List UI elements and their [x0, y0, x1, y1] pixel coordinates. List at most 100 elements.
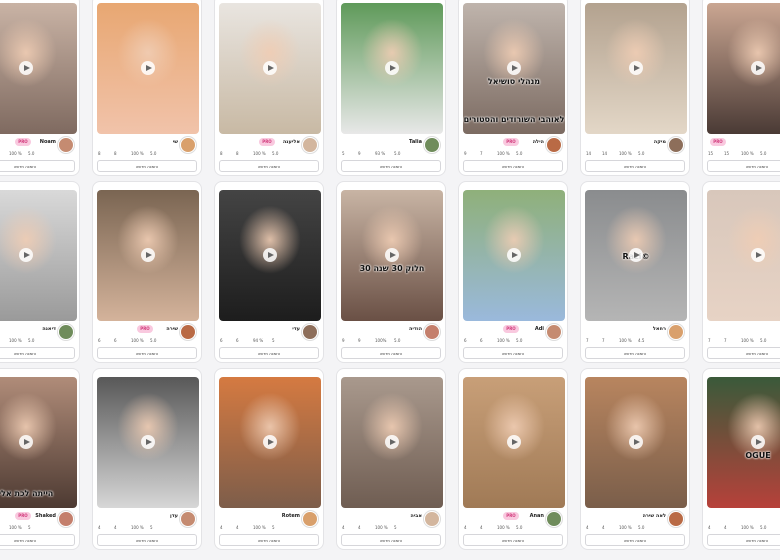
- play-icon[interactable]: [19, 61, 33, 75]
- response-rate: 100 %: [131, 338, 144, 343]
- play-icon[interactable]: [629, 61, 643, 75]
- creator-photo[interactable]: [707, 190, 780, 321]
- new-order-button[interactable]: הזמנה חדשה: [219, 347, 319, 359]
- creator-card[interactable]: Razi© רחאל 7 7 100 % 4.5 הזמנה חדשה: [580, 181, 690, 363]
- creator-photo[interactable]: [97, 190, 199, 321]
- new-order-button[interactable]: הזמנה חדשה: [219, 160, 319, 172]
- creator-card[interactable]: Anan PRO 4 4 100 % 5.0 הזמנה חדשה: [458, 368, 568, 550]
- creator-card[interactable]: NoamPRO78100 %5.0הזמנה חדשה: [0, 0, 80, 176]
- creator-photo[interactable]: [585, 3, 687, 134]
- new-order-button[interactable]: הזמנה חדשה: [341, 160, 441, 172]
- creator-photo[interactable]: [97, 3, 199, 134]
- creator-name: עדן: [170, 513, 178, 519]
- orders-count: 15: [724, 151, 730, 156]
- response-rate: 100 %: [741, 525, 754, 530]
- new-order-button[interactable]: הזמנה חדשה: [585, 347, 685, 359]
- creator-photo[interactable]: [219, 377, 321, 508]
- creator-card[interactable]: 30 חלוק 30 שנה הודיה 9 9 100% 5.0 הזמנה חדשה: [336, 181, 446, 363]
- creator-card[interactable]: שירה PRO 6 6 100 % 5.0 הזמנה חדשה: [92, 181, 202, 363]
- creator-name: אליענה: [282, 139, 300, 145]
- new-order-button[interactable]: הזמנה חדשה: [219, 534, 319, 546]
- new-order-button[interactable]: הזמנה חדשה: [97, 534, 197, 546]
- creator-photo[interactable]: הייתה לכת אלי: [0, 377, 77, 508]
- new-order-button[interactable]: הזמנה חדשה: [341, 534, 441, 546]
- response-rate: 100%: [375, 338, 387, 343]
- creator-photo[interactable]: [585, 377, 687, 508]
- play-icon[interactable]: [263, 248, 277, 262]
- new-order-button[interactable]: הזמנה חדשה: [0, 534, 75, 546]
- creator-card[interactable]: Rotem 4 4 100 % 5 הזמנה חדשה: [214, 368, 324, 550]
- play-icon[interactable]: [507, 248, 521, 262]
- creator-card[interactable]: שי 8 8 100 % 5.0 הזמנה חדשה: [92, 0, 202, 176]
- creator-photo[interactable]: [219, 190, 321, 321]
- play-icon[interactable]: [385, 61, 399, 75]
- creator-photo[interactable]: [463, 190, 565, 321]
- play-icon[interactable]: [263, 61, 277, 75]
- response-rate: 100 %: [619, 151, 632, 156]
- new-order-button[interactable]: הזמנה חדשה: [341, 347, 441, 359]
- rating-value: 5.0: [394, 151, 401, 156]
- play-icon[interactable]: [263, 435, 277, 449]
- play-icon[interactable]: [19, 435, 33, 449]
- creator-card[interactable]: אביה 4 4 100 % 5 הזמנה חדשה: [336, 368, 446, 550]
- play-icon[interactable]: [385, 435, 399, 449]
- creator-card[interactable]: דיאנה44100 %5.0הזמנה חדשה: [0, 181, 80, 363]
- play-icon[interactable]: [141, 248, 155, 262]
- play-icon[interactable]: [19, 248, 33, 262]
- new-order-button[interactable]: הזמנה חדשה: [707, 534, 780, 546]
- creator-card[interactable]: עדן 4 4 100 % 5 הזמנה חדשה: [92, 368, 202, 550]
- play-icon[interactable]: [751, 61, 765, 75]
- new-order-button[interactable]: הזמנה חדשה: [0, 160, 75, 172]
- response-rate: 100 %: [9, 151, 22, 156]
- creator-card[interactable]: לאה שירה 4 4 100 % 5.0 הזמנה חדשה: [580, 368, 690, 550]
- new-order-button[interactable]: הזמנה חדשה: [463, 347, 563, 359]
- creator-card[interactable]: 7 7 100 % 5.0 הזמנה חדשה: [702, 181, 780, 363]
- new-order-button[interactable]: הזמנה חדשה: [707, 347, 780, 359]
- creator-photo[interactable]: [707, 3, 780, 134]
- new-order-button[interactable]: הזמנה חדשה: [463, 160, 563, 172]
- creator-card[interactable]: עדי 6 6 94 % 5 הזמנה חדשה: [214, 181, 324, 363]
- creator-photo[interactable]: [463, 377, 565, 508]
- play-icon[interactable]: [141, 61, 155, 75]
- creator-photo[interactable]: [341, 3, 443, 134]
- creator-card[interactable]: Talia 5 9 93 % 5.0 הזמנה חדשה: [336, 0, 446, 176]
- play-icon[interactable]: [141, 435, 155, 449]
- play-icon[interactable]: [629, 435, 643, 449]
- creator-photo[interactable]: [341, 377, 443, 508]
- new-order-button[interactable]: הזמנה חדשה: [97, 160, 197, 172]
- creator-name: אביה: [410, 513, 422, 519]
- creator-photo[interactable]: [0, 190, 77, 321]
- creator-photo[interactable]: 30 חלוק 30 שנה: [341, 190, 443, 321]
- play-icon[interactable]: [507, 61, 521, 75]
- pro-badge: PRO: [15, 138, 31, 146]
- creator-photo[interactable]: מנהלי סושיאל לאוהבי השורודים והסטורים: [463, 3, 565, 134]
- play-icon[interactable]: [751, 435, 765, 449]
- creator-stats: 7 7 100 % 5.0: [708, 338, 780, 345]
- new-order-button[interactable]: הזמנה חדשה: [97, 347, 197, 359]
- new-order-button[interactable]: הזמנה חדשה: [585, 534, 685, 546]
- creator-card[interactable]: מנהלי סושיאל לאוהבי השורודים והסטורים הילה…: [458, 0, 568, 176]
- creator-photo[interactable]: [0, 3, 77, 134]
- creator-photo[interactable]: OGUE: [707, 377, 780, 508]
- play-icon[interactable]: [751, 248, 765, 262]
- play-icon[interactable]: [629, 248, 643, 262]
- creator-photo[interactable]: Razi©: [585, 190, 687, 321]
- play-icon[interactable]: [507, 435, 521, 449]
- new-order-button[interactable]: הזמנה חדשה: [463, 534, 563, 546]
- new-order-button[interactable]: הזמנה חדשה: [707, 160, 780, 172]
- creator-card[interactable]: Adi PRO 6 6 100 % 5.0 הזמנה חדשה: [458, 181, 568, 363]
- creator-card[interactable]: אליענה PRO 8 8 100 % 5.0 הזמנה חדשה: [214, 0, 324, 176]
- creator-card[interactable]: מיקה 14 14 100 % 5.0 הזמנה חדשה: [580, 0, 690, 176]
- new-order-button[interactable]: הזמנה חדשה: [0, 347, 75, 359]
- creator-photo[interactable]: [97, 377, 199, 508]
- play-icon[interactable]: [385, 248, 399, 262]
- new-order-button[interactable]: הזמנה חדשה: [585, 160, 685, 172]
- rating-value: 5: [272, 338, 275, 343]
- creator-photo[interactable]: [219, 3, 321, 134]
- creator-card[interactable]: הייתה לכת אליShakedPRO33100 %5הזמנה חדשה: [0, 368, 80, 550]
- pro-badge: PRO: [503, 138, 519, 146]
- response-rate: 100 %: [741, 338, 754, 343]
- creator-name: הילה: [532, 139, 544, 145]
- creator-card[interactable]: OGUE 4 4 100 % 5.0 הזמנה חדשה: [702, 368, 780, 550]
- creator-card[interactable]: PRO 15 15 100 % 5.0 הזמנה חדשה: [702, 0, 780, 176]
